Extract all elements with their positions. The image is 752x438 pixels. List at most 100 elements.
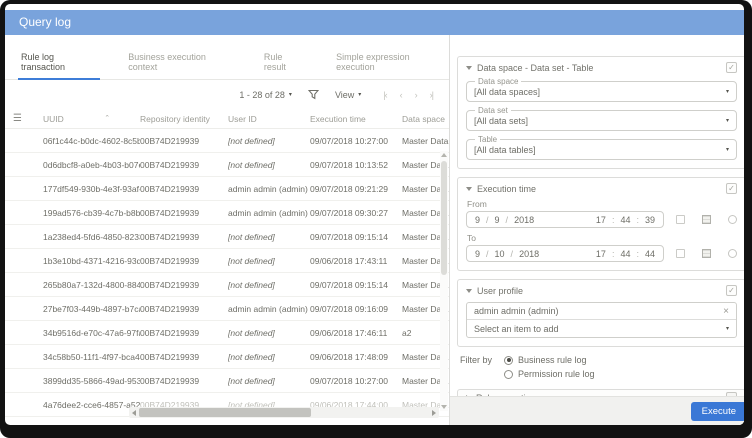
- cell-execution-time: 09/06/2018 17:43:11: [310, 255, 388, 266]
- data-set-select[interactable]: Data set [All data sets] ▾: [466, 106, 737, 131]
- table-body: 06f1c44c-b0dc-4602-8c5b-e 00B74D219939 […: [5, 129, 449, 417]
- from-second[interactable]: 39: [645, 215, 655, 225]
- cell-user-id: [not defined]: [228, 279, 275, 290]
- cell-execution-time: 09/07/2018 09:15:14: [310, 231, 388, 242]
- filters-pane: Data space - Data set - Table ✓ Data spa…: [449, 35, 744, 425]
- date-picker-icon[interactable]: [702, 215, 711, 224]
- cell-execution-time: 09/07/2018 09:16:09: [310, 303, 388, 314]
- remove-item-icon[interactable]: ×: [723, 306, 729, 317]
- to-month[interactable]: 9: [475, 249, 480, 259]
- clock-icon[interactable]: [728, 215, 737, 224]
- to-year[interactable]: 2018: [519, 249, 539, 259]
- column-header-execution-time[interactable]: Execution time: [310, 114, 402, 124]
- table-row[interactable]: 265b80a7-132d-4800-8847- 00B74D219939 [n…: [5, 273, 449, 297]
- tab-simple-expression-execution[interactable]: Simple expression execution: [333, 52, 449, 80]
- data-space-select[interactable]: Data space [All data spaces] ▾: [466, 77, 737, 102]
- field-value: [All data spaces]: [474, 86, 541, 97]
- filter-button[interactable]: [307, 89, 319, 100]
- calendar-icon[interactable]: [676, 215, 685, 224]
- collapse-caret-icon[interactable]: [466, 65, 472, 70]
- window-title-bar: Query log: [5, 10, 744, 35]
- column-header-user-id[interactable]: User ID: [228, 114, 310, 124]
- cell-repository-identity: 00B74D219939: [140, 159, 200, 170]
- cell-uuid: 06f1c44c-b0dc-4602-8c5b-e: [43, 135, 140, 146]
- to-day[interactable]: 10: [495, 249, 505, 259]
- horizontal-scroll-thumb[interactable]: [139, 408, 311, 417]
- table-row[interactable]: 34b9516d-e70c-47a6-97fa-5 00B74D219939 […: [5, 321, 449, 345]
- column-header-data-space[interactable]: Data space: [402, 114, 449, 124]
- calendar-icon[interactable]: [676, 249, 685, 258]
- cell-repository-identity: 00B74D219939: [140, 207, 200, 218]
- vertical-scrollbar[interactable]: [440, 151, 448, 411]
- table-row[interactable]: 1a238ed4-5fd6-4850-8233- 00B74D219939 [n…: [5, 225, 449, 249]
- cell-uuid: 27be7f03-449b-4897-b7ca-e: [43, 303, 140, 314]
- panel-execution-time: Execution time ✓ From 9 / 9 / 2018 17: …: [457, 177, 744, 271]
- tab-rule-result[interactable]: Rule result: [261, 52, 308, 80]
- vertical-scroll-thumb[interactable]: [441, 161, 447, 276]
- panel-enabled-checkbox[interactable]: ✓: [726, 183, 737, 194]
- clock-icon[interactable]: [728, 249, 737, 258]
- add-user-dropdown[interactable]: Select an item to add ▾: [467, 320, 736, 337]
- table-row[interactable]: 1b3e10bd-4371-4216-93dc- 00B74D219939 [n…: [5, 249, 449, 273]
- cell-repository-identity: 00B74D219939: [140, 327, 200, 338]
- table-menu-icon[interactable]: ☰: [13, 113, 43, 124]
- date-picker-icon[interactable]: [702, 249, 711, 258]
- radio-business-rule-log[interactable]: Business rule log: [504, 355, 595, 365]
- chevron-down-icon: ▾: [725, 117, 729, 124]
- tab-business-execution-context[interactable]: Business execution context: [125, 52, 236, 80]
- radio-permission-rule-log[interactable]: Permission rule log: [504, 369, 595, 379]
- table-row[interactable]: 27be7f03-449b-4897-b7ca-e 00B74D219939 a…: [5, 297, 449, 321]
- last-page-button[interactable]: ›|: [430, 90, 434, 100]
- table-row[interactable]: 06f1c44c-b0dc-4602-8c5b-e 00B74D219939 […: [5, 129, 449, 153]
- cell-uuid: 0d6dbcf8-a0eb-4b03-b07e-0: [43, 159, 140, 170]
- pagination-dropdown[interactable]: 1 - 28 of 28 ▾: [239, 90, 292, 100]
- funnel-icon: [307, 89, 319, 100]
- field-label: Table: [478, 135, 498, 144]
- table-row[interactable]: 177df549-930b-4e3f-93af-4 00B74D219939 a…: [5, 177, 449, 201]
- cell-repository-identity: 00B74D219939: [140, 135, 200, 146]
- scroll-down-icon[interactable]: [441, 405, 447, 409]
- collapse-caret-icon[interactable]: [466, 186, 472, 191]
- first-page-button[interactable]: |‹: [383, 90, 387, 100]
- view-dropdown[interactable]: View ▾: [335, 90, 361, 100]
- horizontal-scrollbar[interactable]: [129, 407, 439, 418]
- cell-user-id: [not defined]: [228, 327, 275, 338]
- from-hour[interactable]: 17: [596, 215, 606, 225]
- from-year[interactable]: 2018: [514, 215, 534, 225]
- to-second[interactable]: 44: [645, 249, 655, 259]
- to-hour[interactable]: 17: [596, 249, 606, 259]
- table-select[interactable]: Table [All data tables] ▾: [466, 135, 737, 160]
- prev-page-button[interactable]: ‹: [400, 90, 403, 100]
- pagination-label: 1 - 28 of 28: [239, 89, 285, 100]
- collapse-caret-icon[interactable]: [466, 288, 472, 293]
- from-minute[interactable]: 44: [620, 215, 630, 225]
- column-header-repository-identity[interactable]: Repository identity: [140, 114, 228, 124]
- scroll-up-icon[interactable]: [441, 153, 447, 157]
- table-row[interactable]: 0d6dbcf8-a0eb-4b03-b07e-0 00B74D219939 […: [5, 153, 449, 177]
- cell-user-id: [not defined]: [228, 375, 275, 386]
- from-day[interactable]: 9: [495, 215, 500, 225]
- cell-repository-identity: 00B74D219939: [140, 279, 200, 290]
- to-minute[interactable]: 44: [620, 249, 630, 259]
- scroll-left-icon[interactable]: [132, 409, 136, 416]
- next-page-button[interactable]: ›: [415, 90, 418, 100]
- cell-user-id: admin admin (admin): [228, 207, 308, 218]
- tab-rule-log-transaction[interactable]: Rule log transaction: [18, 52, 101, 80]
- scroll-right-icon[interactable]: [432, 409, 436, 416]
- cell-user-id: [not defined]: [228, 159, 275, 170]
- cell-repository-identity: 00B74D219939: [140, 375, 200, 386]
- table-row[interactable]: 199ad576-cb39-4c7b-b8bc-a 00B74D219939 a…: [5, 201, 449, 225]
- radio-selected-icon: [504, 355, 514, 365]
- from-month[interactable]: 9: [475, 215, 480, 225]
- column-header-uuid[interactable]: UUID ˆ: [43, 114, 140, 124]
- from-datetime-input: 9 / 9 / 2018 17 : 44 : 39: [466, 211, 664, 228]
- cell-uuid: 3899dd35-5866-49ad-9530-: [43, 375, 140, 386]
- from-label: From: [467, 199, 487, 209]
- cell-execution-time: 09/07/2018 09:21:29: [310, 183, 388, 194]
- table-row[interactable]: 3899dd35-5866-49ad-9530- 00B74D219939 [n…: [5, 369, 449, 393]
- cell-user-id: admin admin (admin): [228, 183, 308, 194]
- panel-enabled-checkbox[interactable]: ✓: [726, 285, 737, 296]
- table-row[interactable]: 34c58b50-11f1-4f97-bca4-6 00B74D219939 […: [5, 345, 449, 369]
- execute-button[interactable]: Execute: [690, 402, 744, 421]
- panel-enabled-checkbox[interactable]: ✓: [726, 62, 737, 73]
